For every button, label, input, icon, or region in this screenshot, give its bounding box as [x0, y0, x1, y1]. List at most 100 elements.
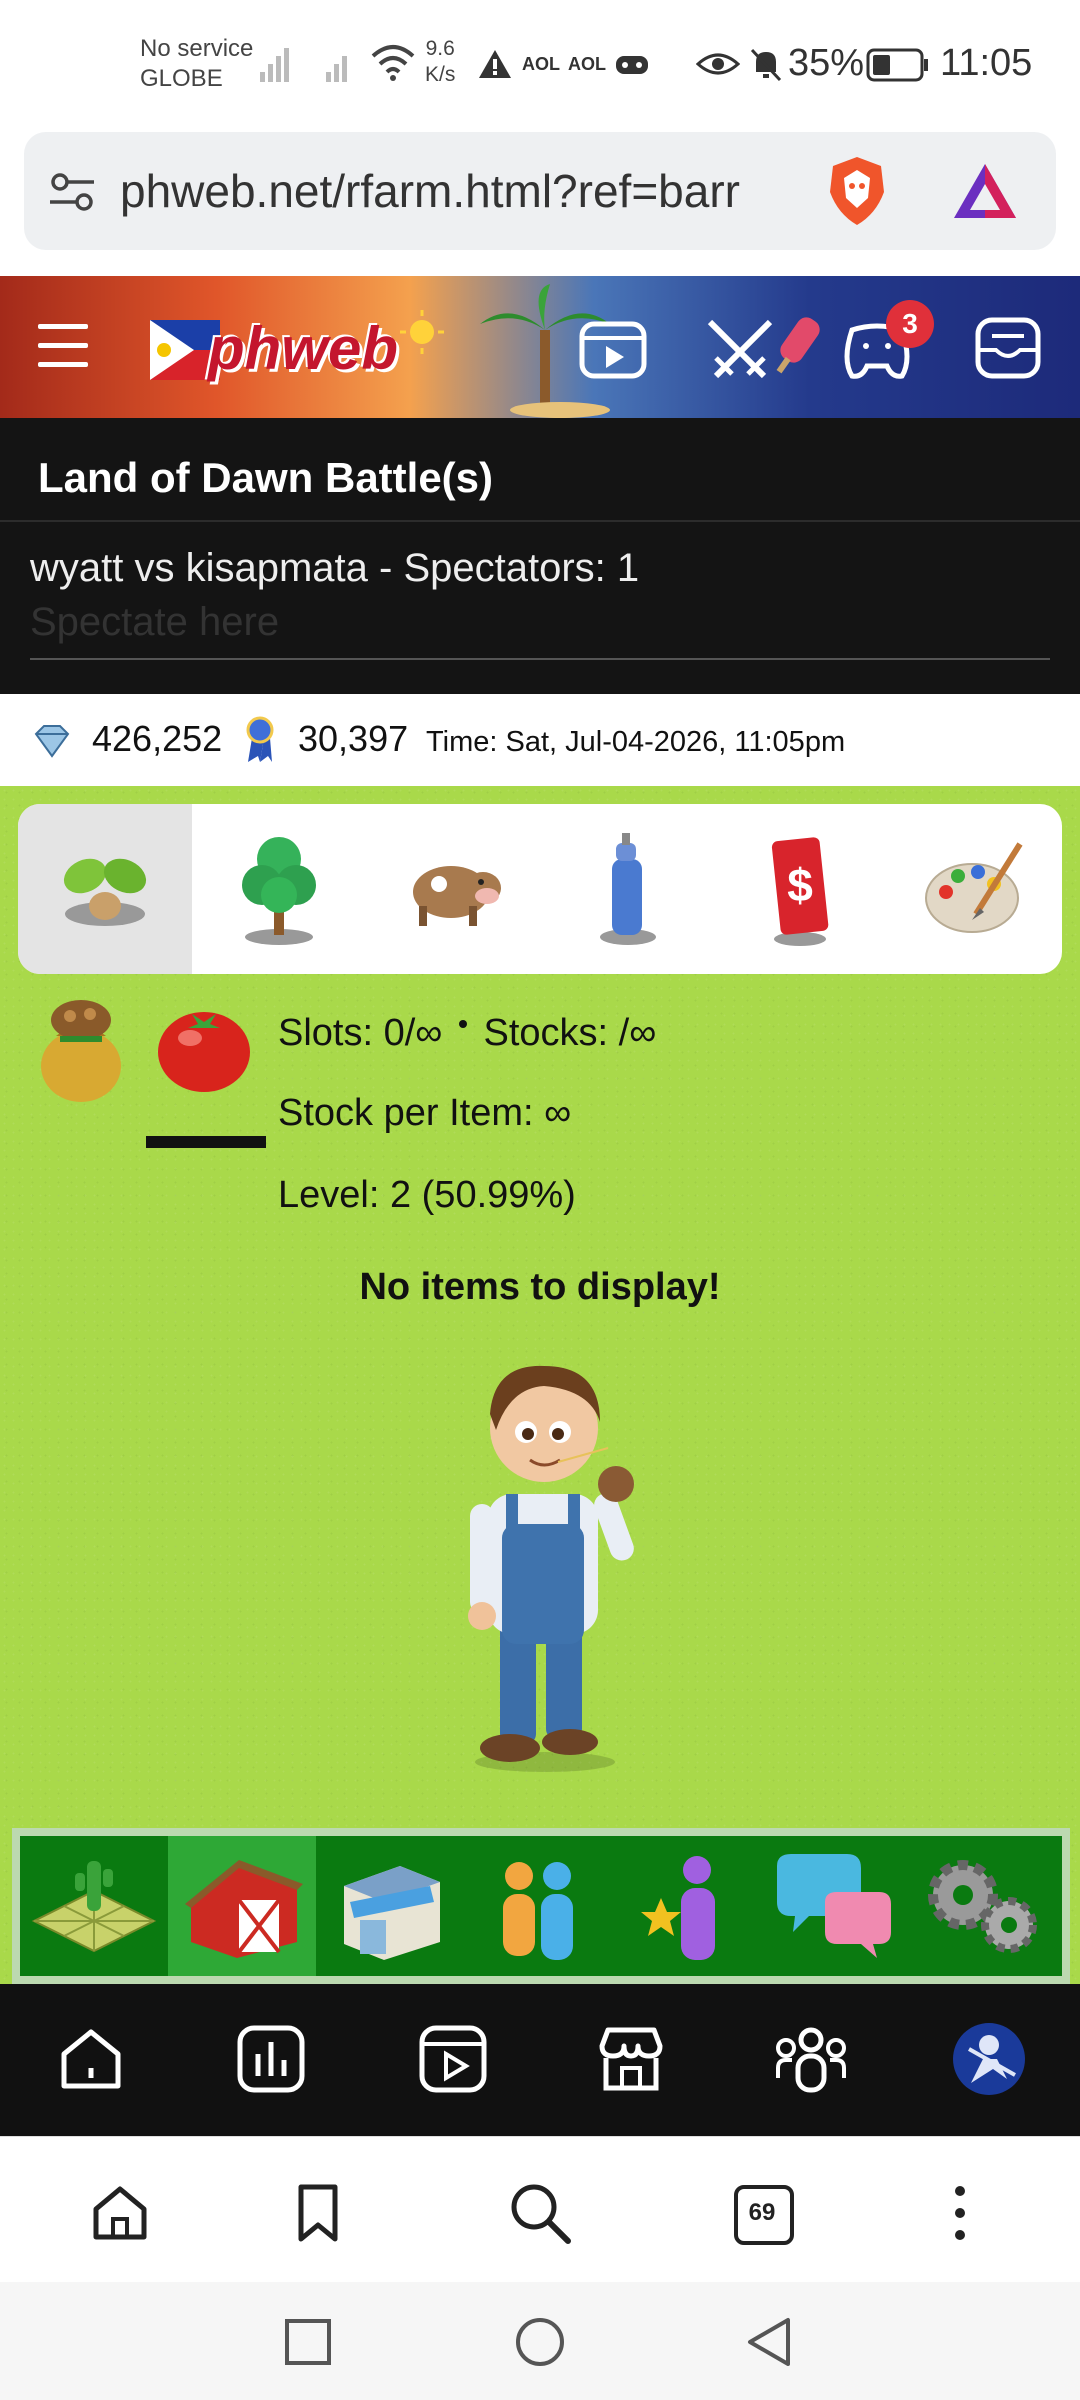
- ribbon-count: 30,397: [298, 718, 409, 759]
- popsicle-icon: [776, 317, 820, 374]
- nav-settings[interactable]: [908, 1836, 1056, 1976]
- battle-section: Land of Dawn Battle(s) wyatt vs kisapmat…: [0, 418, 1080, 694]
- game-controller-icon: [616, 56, 648, 74]
- battery-icon: [866, 48, 928, 82]
- search-icon: [511, 2184, 571, 2244]
- tomato-icon: [158, 1012, 250, 1092]
- more-menu-button[interactable]: [920, 2173, 1000, 2253]
- aol-icon: AOL: [568, 54, 606, 74]
- star-user-icon: [641, 1856, 715, 1960]
- separator-dot: [458, 1020, 467, 1028]
- nav-favorites[interactable]: [612, 1836, 760, 1976]
- warning-icon: [479, 50, 511, 78]
- url-text[interactable]: phweb.net/rfarm.html?ref=barr: [120, 164, 810, 218]
- network-speed: 9.6 K/s: [425, 36, 455, 88]
- diamond-count: 426,252: [92, 718, 223, 759]
- spectate-link[interactable]: Spectate here: [30, 600, 279, 645]
- game-nav-bar: [20, 1836, 1062, 1976]
- shop-icon: [344, 1866, 440, 1960]
- carrier-name: GLOBE: [140, 65, 223, 92]
- brave-rewards-icon[interactable]: [950, 160, 1020, 222]
- browser-toolbar: 69: [0, 2136, 1080, 2283]
- tab-trees[interactable]: [192, 804, 366, 974]
- stocks-text: Stocks: /∞: [483, 1012, 657, 1054]
- speed-unit: K/s: [425, 63, 456, 86]
- site-logo[interactable]: phweb: [150, 310, 444, 384]
- wifi-icon: [371, 45, 415, 81]
- back-icon[interactable]: [744, 2316, 792, 2368]
- store-icon: [599, 2027, 663, 2091]
- bookmarks-button[interactable]: [278, 2173, 358, 2253]
- nav-chat[interactable]: [760, 1836, 908, 1976]
- farm-field-icon: [31, 1861, 157, 1953]
- tabs-button[interactable]: 69: [722, 2173, 802, 2253]
- selection-underline: [146, 1136, 266, 1148]
- nav-stats[interactable]: [226, 2014, 316, 2104]
- tabs-icon: 69: [732, 2183, 794, 2245]
- recent-apps-icon[interactable]: [284, 2318, 332, 2366]
- svg-text:$: $: [787, 859, 813, 911]
- nav-community[interactable]: [766, 2014, 856, 2104]
- spray-can-icon: [600, 833, 656, 945]
- hamburger-menu-icon[interactable]: [36, 320, 90, 372]
- friends-icon: [503, 1862, 573, 1960]
- avatar-image: [953, 2023, 1025, 2095]
- game-nav: [12, 1828, 1070, 1984]
- brave-shield-icon[interactable]: [824, 154, 890, 228]
- signal-icon: [260, 48, 347, 82]
- speed-value: 9.6: [425, 37, 455, 60]
- nav-shop[interactable]: [316, 1836, 464, 1976]
- tab-animals[interactable]: [366, 804, 540, 974]
- slots-text: Slots: 0/∞: [278, 1012, 443, 1054]
- home-circle-icon[interactable]: [514, 2316, 566, 2368]
- community-icon: [776, 2027, 846, 2093]
- tree-icon: [242, 837, 316, 945]
- stats-icon: [237, 2025, 305, 2093]
- tab-seeds[interactable]: [18, 804, 192, 974]
- slots-stocks: Slots: 0/∞ Stocks: /∞: [278, 1012, 656, 1055]
- battle-title: Land of Dawn Battle(s): [38, 454, 494, 501]
- aol-icon: AOL: [522, 54, 560, 74]
- nav-video[interactable]: [408, 2014, 498, 2104]
- stock-per-item: Stock per Item: ∞: [278, 1092, 572, 1134]
- nav-home[interactable]: [46, 2014, 136, 2104]
- avatar[interactable]: [944, 2014, 1034, 2104]
- farmer-character: [468, 1365, 634, 1772]
- video-reels-icon[interactable]: [578, 320, 648, 380]
- inbox-icon[interactable]: [974, 316, 1042, 380]
- browser-home-button[interactable]: [80, 2173, 160, 2253]
- nav-barn[interactable]: [168, 1836, 316, 1976]
- site-header: phweb 3: [0, 276, 1080, 418]
- battle-match: wyatt vs kisapmata - Spectators: 1: [30, 546, 640, 590]
- nav-store[interactable]: [586, 2014, 676, 2104]
- home-icon: [93, 2186, 147, 2240]
- sprout-icon: [63, 858, 147, 926]
- carrier-service: No service: [140, 35, 254, 62]
- farm-tabs: $: [18, 804, 1062, 974]
- level-text: Level: 2 (50.99%): [278, 1174, 576, 1216]
- site-settings-icon[interactable]: [48, 170, 98, 214]
- farm-area: $ Slots: 0/∞ Stocks: /∞ Stock per Item: …: [0, 786, 1080, 1986]
- battle-swords-icon[interactable]: [704, 316, 776, 386]
- nav-neighbors[interactable]: [464, 1836, 612, 1976]
- system-nav-bar: [0, 2282, 1080, 2400]
- nav-farm[interactable]: [20, 1836, 168, 1976]
- ribbon-icon: [246, 716, 274, 762]
- seed-bag-icon: [41, 1000, 121, 1102]
- gears-icon: [928, 1860, 1037, 1953]
- logo-text: phweb: [208, 315, 398, 382]
- carrier-info: No service GLOBE: [140, 34, 253, 94]
- tab-count: 69: [748, 2199, 776, 2226]
- eye-icon: [696, 53, 740, 75]
- tab-decor[interactable]: [888, 804, 1062, 974]
- paint-palette-icon: [925, 842, 1023, 933]
- search-button[interactable]: [500, 2173, 580, 2253]
- server-time: Time: Sat, Jul-04-2026, 11:05pm: [426, 726, 846, 758]
- cow-icon: [413, 866, 501, 926]
- url-bar[interactable]: phweb.net/rfarm.html?ref=barr: [24, 132, 1056, 250]
- tab-tools[interactable]: [540, 804, 714, 974]
- clock: 11:05: [940, 42, 1033, 84]
- more-icon: [955, 2186, 965, 2240]
- tab-shop-cash[interactable]: $: [714, 804, 888, 974]
- diamond-icon: [34, 725, 70, 758]
